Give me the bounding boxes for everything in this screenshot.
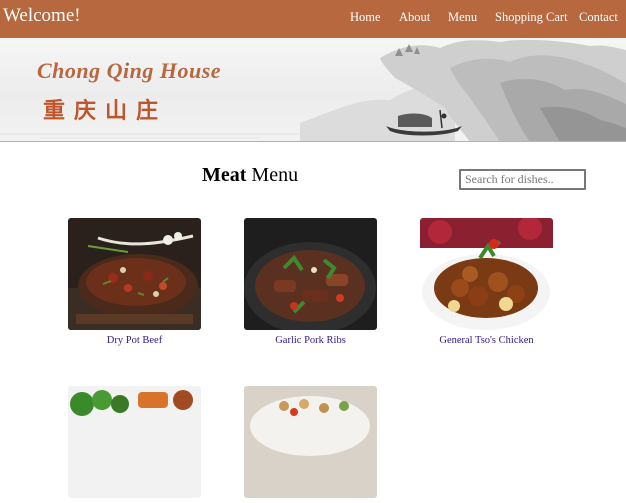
page-title-rest: Menu	[246, 164, 299, 186]
search-input[interactable]	[459, 169, 586, 190]
dish-photo[interactable]	[420, 218, 553, 330]
dish-photo[interactable]	[68, 386, 201, 498]
banner-divider	[0, 141, 626, 142]
dish-photo[interactable]	[68, 218, 201, 330]
top-nav-bar: Welcome! Home About Menu Shopping Cart C…	[0, 0, 626, 38]
dish-card-dry-pot-beef[interactable]: Dry Pot Beef	[68, 218, 201, 346]
nav-menu[interactable]: Menu	[448, 10, 477, 25]
dish-name[interactable]: Garlic Pork Ribs	[244, 335, 377, 346]
dish-card-4[interactable]	[68, 386, 201, 503]
page-title: Meat Menu	[202, 164, 298, 187]
page-title-bold: Meat	[202, 164, 247, 186]
hero-banner: Chong Qing House 重庆山庄	[0, 38, 626, 142]
site-brand[interactable]: Welcome!	[3, 5, 81, 27]
dish-card-5[interactable]	[244, 386, 377, 503]
dish-name[interactable]: Dry Pot Beef	[68, 335, 201, 346]
restaurant-chinese-name: 重庆山庄	[43, 98, 168, 123]
nav-shopping-cart[interactable]: Shopping Cart	[495, 10, 568, 25]
dish-photo[interactable]	[244, 386, 377, 498]
nav-contact[interactable]: Contact	[579, 10, 618, 25]
dish-photo[interactable]	[244, 218, 377, 330]
nav-home[interactable]: Home	[350, 10, 381, 25]
nav-about[interactable]: About	[399, 10, 430, 25]
dish-card-general-tsos-chicken[interactable]: General Tso's Chicken	[420, 218, 553, 346]
restaurant-name: Chong Qing House	[37, 58, 222, 83]
dish-name[interactable]: General Tso's Chicken	[420, 335, 553, 346]
landscape-painting	[0, 39, 626, 142]
dish-card-garlic-pork-ribs[interactable]: Garlic Pork Ribs	[244, 218, 377, 346]
